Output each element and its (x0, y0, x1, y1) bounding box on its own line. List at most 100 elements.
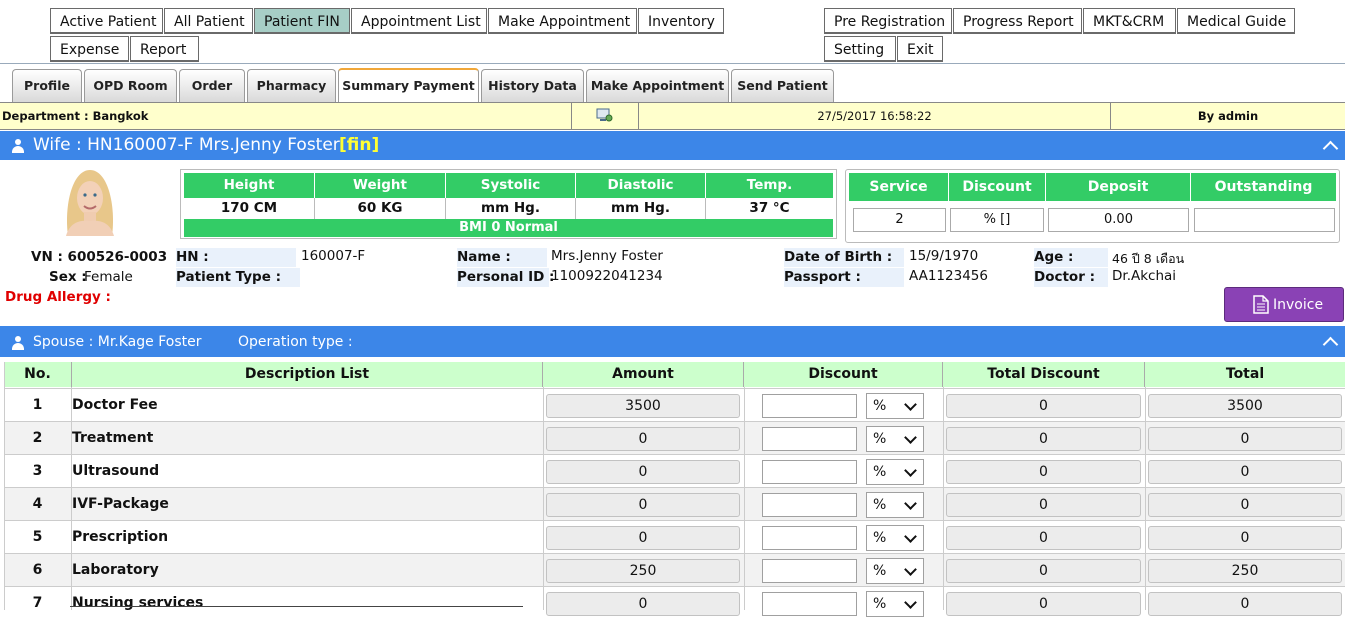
total-field[interactable]: 3500 (1148, 394, 1342, 418)
discount-unit-value: % (873, 431, 887, 447)
total-discount-field[interactable]: 0 (946, 559, 1141, 583)
discount-input[interactable] (762, 493, 857, 517)
vital-header-height: Height (184, 173, 315, 198)
discount-unit-select[interactable]: % (866, 591, 924, 617)
vital-header-weight: Weight (315, 173, 446, 198)
vital-header-diastolic: Diastolic (576, 173, 706, 198)
discount-unit-value: % (873, 563, 887, 579)
menu-mkt-crm[interactable]: MKT&CRM (1083, 8, 1176, 34)
fin-tag: [fin] (339, 135, 380, 155)
deposit-header: Deposit (1046, 173, 1191, 201)
amount-field[interactable]: 0 (546, 460, 740, 484)
discount-field[interactable]: % [] (950, 208, 1044, 232)
computer-search-icon[interactable] (596, 108, 614, 124)
spouse-person-icon (11, 336, 25, 350)
total-discount-field[interactable]: 0 (946, 394, 1141, 418)
menu-pre-registration[interactable]: Pre Registration (824, 8, 952, 34)
outstanding-field[interactable] (1194, 208, 1335, 232)
discount-unit-select[interactable]: % (866, 459, 924, 485)
spouse-collapse-icon[interactable] (1322, 336, 1339, 353)
bmi-bar: BMI 0 Normal (184, 219, 833, 237)
tab-summary-payment[interactable]: Summary Payment (338, 68, 479, 104)
tab-make-appointment[interactable]: Make Appointment (586, 69, 729, 103)
info-bar: Department : Bangkok 27/5/2017 16:58:22 … (0, 102, 1345, 130)
total-discount-field[interactable]: 0 (946, 526, 1141, 550)
discount-unit-select[interactable]: % (866, 558, 924, 584)
discount-input[interactable] (762, 394, 857, 418)
discount-unit-select[interactable]: % (866, 525, 924, 551)
invoice-button[interactable]: Invoice (1224, 287, 1344, 322)
discount-unit-value: % (873, 398, 887, 414)
total-field[interactable]: 250 (1148, 559, 1342, 583)
discount-input[interactable] (762, 592, 857, 616)
row-description: Nursing services (72, 595, 204, 611)
amount-field[interactable]: 0 (546, 493, 740, 517)
th-total: Total (1145, 362, 1345, 387)
table-row: 5 Prescription 0% 0 0 (4, 520, 1345, 553)
total-discount-field[interactable]: 0 (946, 427, 1141, 451)
discount-input[interactable] (762, 559, 857, 583)
amount-field[interactable]: 3500 (546, 394, 740, 418)
total-field[interactable]: 0 (1148, 493, 1342, 517)
row-description: Laboratory (72, 562, 159, 578)
col-divider (943, 387, 944, 610)
menu-active-patient[interactable]: Active Patient (50, 8, 163, 34)
deposit-field[interactable]: 0.00 (1048, 208, 1189, 232)
service-count-field[interactable]: 2 (853, 208, 946, 232)
total-discount-field[interactable]: 0 (946, 592, 1141, 616)
tab-send-patient[interactable]: Send Patient (731, 69, 834, 103)
th-discount: Discount (744, 362, 943, 387)
row-number: 3 (32, 463, 43, 479)
menu-appointment-list[interactable]: Appointment List (351, 8, 487, 34)
menu-medical-guide[interactable]: Medical Guide (1177, 8, 1295, 34)
hn-label: HN : (176, 249, 209, 265)
discount-input[interactable] (762, 460, 857, 484)
menu-progress-report[interactable]: Progress Report (953, 8, 1082, 34)
menu-inventory[interactable]: Inventory (638, 8, 724, 34)
total-field[interactable]: 0 (1148, 427, 1342, 451)
tab-profile[interactable]: Profile (12, 69, 82, 103)
menu-report[interactable]: Report (130, 36, 199, 62)
menu-setting[interactable]: Setting (824, 36, 896, 62)
discount-input[interactable] (762, 427, 857, 451)
amount-field[interactable]: 250 (546, 559, 740, 583)
chevron-down-icon (904, 563, 917, 576)
amount-field[interactable]: 0 (546, 526, 740, 550)
spouse-label: Spouse : Mr.Kage Foster (33, 334, 202, 350)
name-value: Mrs.Jenny Foster (551, 248, 663, 264)
total-discount-field[interactable]: 0 (946, 460, 1141, 484)
total-field[interactable]: 0 (1148, 526, 1342, 550)
amount-field[interactable]: 0 (546, 427, 740, 451)
tab-order[interactable]: Order (179, 69, 245, 103)
row-number: 2 (32, 430, 43, 446)
chevron-down-icon (904, 596, 917, 609)
passport-label: Passport : (784, 269, 861, 285)
discount-unit-value: % (873, 464, 887, 480)
tab-opd-room[interactable]: OPD Room (84, 69, 177, 103)
total-field[interactable]: 0 (1148, 592, 1342, 616)
personal-id-value: 1100922041234 (551, 268, 663, 284)
service-summary-panel: Service Discount Deposit Outstanding 2 %… (845, 169, 1340, 243)
discount-unit-select[interactable]: % (866, 393, 924, 419)
document-icon (1253, 295, 1269, 314)
datetime-label: 27/5/2017 16:58:22 (639, 103, 1111, 129)
th-total-discount: Total Discount (943, 362, 1145, 387)
discount-input[interactable] (762, 526, 857, 550)
total-field[interactable]: 0 (1148, 460, 1342, 484)
menu-all-patient[interactable]: All Patient (164, 8, 253, 34)
tab-pharmacy[interactable]: Pharmacy (247, 69, 336, 103)
menu-exit[interactable]: Exit (897, 36, 943, 62)
vital-diastolic: mm Hg. (576, 198, 706, 219)
discount-unit-select[interactable]: % (866, 492, 924, 518)
th-no: No. (4, 362, 72, 387)
menu-make-appointment[interactable]: Make Appointment (488, 8, 637, 34)
amount-field[interactable]: 0 (546, 592, 740, 616)
collapse-icon[interactable] (1322, 140, 1339, 157)
menu-patient-fin[interactable]: Patient FIN (254, 8, 350, 34)
tab-history-data[interactable]: History Data (481, 69, 584, 103)
total-discount-field[interactable]: 0 (946, 493, 1141, 517)
menu-expense[interactable]: Expense (50, 36, 129, 62)
discount-unit-value: % (873, 497, 887, 513)
user-label: By admin (1197, 109, 1259, 123)
discount-unit-select[interactable]: % (866, 426, 924, 452)
